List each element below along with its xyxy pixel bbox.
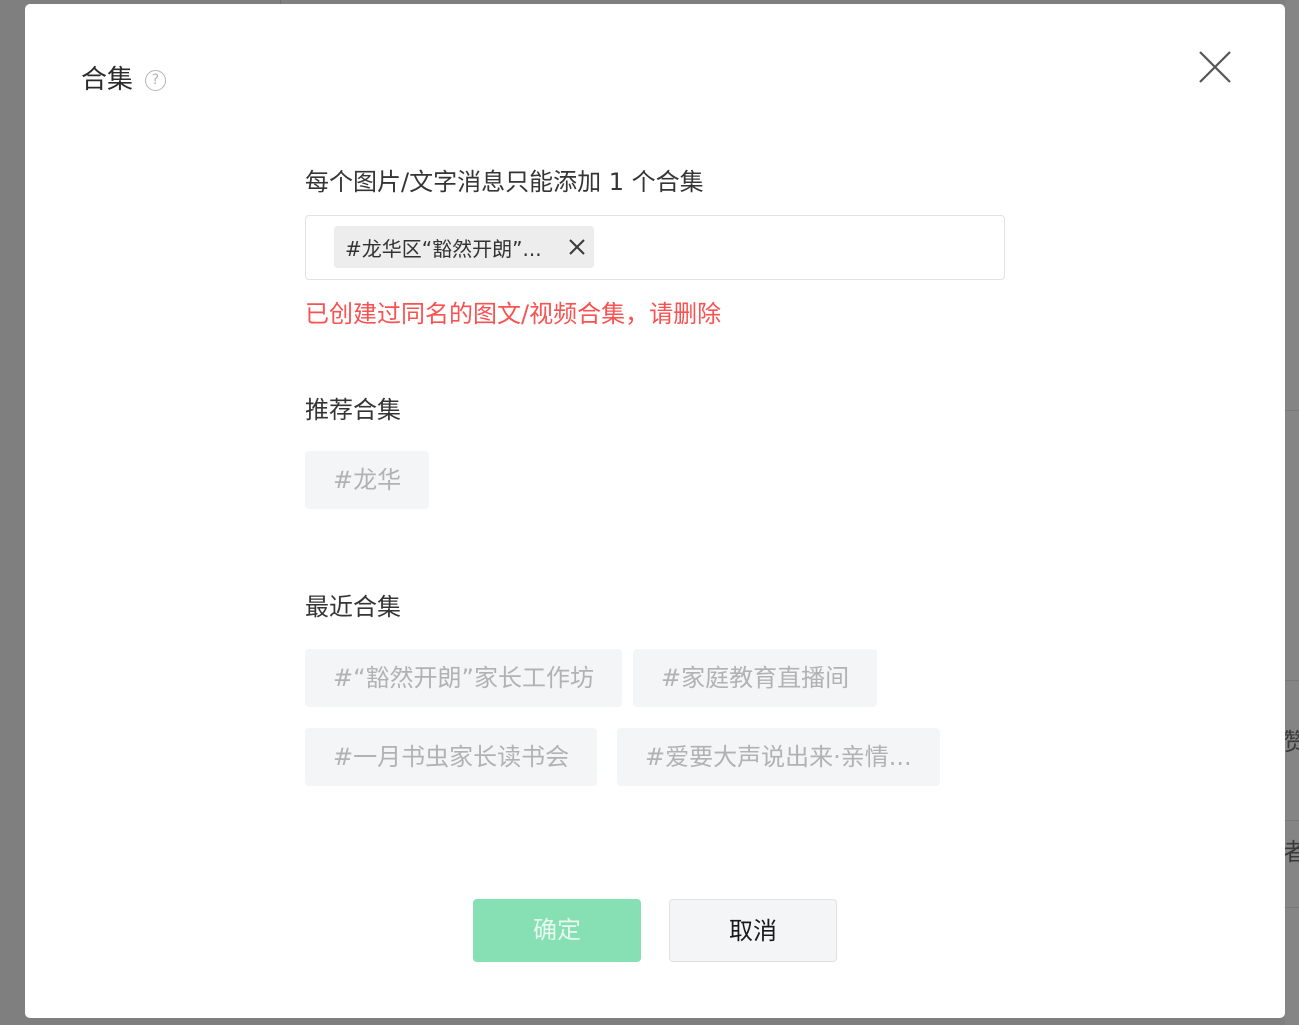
recent-collection-chip[interactable]: #一月书虫家长读书会 xyxy=(305,728,598,786)
background-page xyxy=(1285,0,1299,1025)
dialog-title-text: 合集 xyxy=(81,65,134,95)
duplicate-error-message: 已创建过同名的图文/视频合集，请删除 xyxy=(305,300,722,328)
recent-collection-chip[interactable]: #“豁然开朗”家长工作坊 xyxy=(305,649,622,707)
background-row-divider xyxy=(1285,680,1299,681)
confirm-button[interactable]: 确定 xyxy=(473,899,641,962)
collection-limit-hint: 每个图片/文字消息只能添加 1 个合集 xyxy=(305,168,704,196)
recent-section-title: 最近合集 xyxy=(305,593,401,621)
background-row-divider xyxy=(1285,907,1299,908)
recommended-section-title: 推荐合集 xyxy=(305,396,401,424)
recommended-collection-chip[interactable]: #龙华 xyxy=(305,451,430,509)
help-icon[interactable]: ? xyxy=(145,69,167,91)
selected-collection-tag: #龙华区“豁然开朗”... xyxy=(334,226,594,268)
recent-collection-chip[interactable]: #家庭教育直播间 xyxy=(633,649,878,707)
selected-collection-label: #龙华区“豁然开朗”... xyxy=(345,236,542,261)
close-icon[interactable] xyxy=(1197,49,1233,85)
background-text: 赞 xyxy=(1283,728,1299,756)
dialog-title: 合集 ? xyxy=(81,62,167,98)
remove-tag-icon[interactable] xyxy=(568,238,586,256)
collection-input[interactable]: #龙华区“豁然开朗”... xyxy=(305,215,1005,280)
collection-dialog: 合集 ? 每个图片/文字消息只能添加 1 个合集 #龙华区“豁然开朗”... 已… xyxy=(25,4,1285,1018)
background-text: 者 xyxy=(1283,838,1299,866)
cancel-button[interactable]: 取消 xyxy=(669,899,837,962)
background-row-divider xyxy=(1285,820,1299,821)
background-row-divider xyxy=(1285,410,1299,411)
recent-collection-chip[interactable]: #爱要大声说出来·亲情... xyxy=(617,728,940,786)
